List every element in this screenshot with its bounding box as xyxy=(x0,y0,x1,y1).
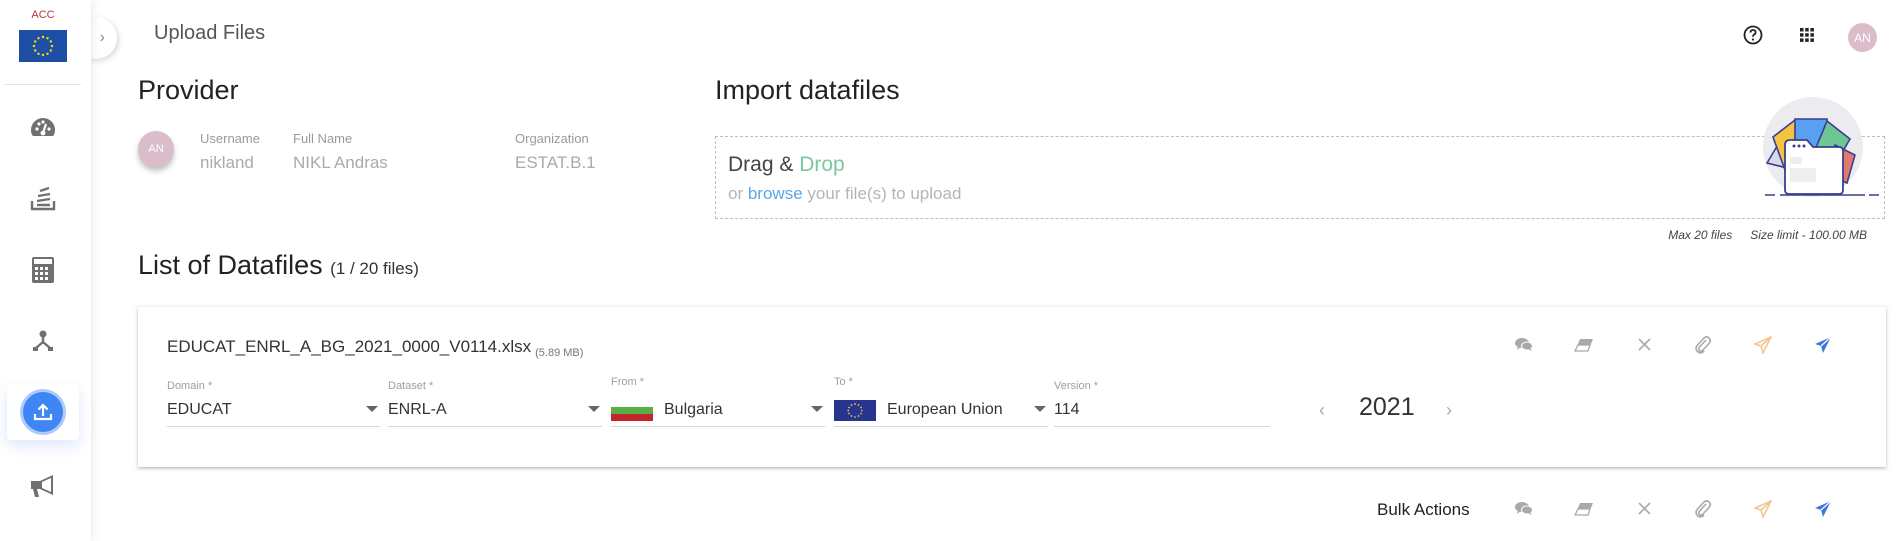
dashboard-gauge-icon xyxy=(29,115,57,144)
hierarchy-icon xyxy=(31,329,55,358)
datafiles-list-title: List of Datafiles (1 / 20 files) xyxy=(138,250,419,280)
chevron-right-icon: › xyxy=(99,29,105,46)
sidebar-item-announcements[interactable] xyxy=(7,460,79,516)
year-prev-button[interactable]: ‹ xyxy=(1319,400,1325,421)
close-icon xyxy=(1637,338,1651,356)
send-button[interactable] xyxy=(1812,336,1834,358)
upload-icon xyxy=(23,392,63,432)
file-dropzone[interactable]: Drag & Drop or browse your file(s) to up… xyxy=(715,136,1885,219)
comments-icon xyxy=(1515,501,1533,521)
sidebar: ACC xyxy=(0,0,91,541)
eraser-icon xyxy=(1573,502,1594,521)
comments-icon xyxy=(1515,337,1533,357)
sidebar-item-workflow[interactable] xyxy=(7,315,79,371)
dropdown-arrow-icon[interactable] xyxy=(1034,406,1046,412)
dropzone-heading: Drag & Drop xyxy=(728,153,845,176)
environment-label: ACC xyxy=(31,9,55,21)
send-outline-icon xyxy=(1752,334,1773,359)
bulk-send-button[interactable] xyxy=(1812,500,1834,522)
clear-button[interactable] xyxy=(1573,336,1595,358)
comments-button[interactable] xyxy=(1513,336,1535,358)
bulk-clear-button[interactable] xyxy=(1573,500,1595,522)
eraser-icon xyxy=(1573,338,1594,357)
bulgaria-flag-icon xyxy=(611,400,653,421)
sidebar-item-calculator[interactable] xyxy=(7,244,79,300)
year-next-button[interactable]: › xyxy=(1446,400,1452,421)
datafiles-count: (1 / 20 files) xyxy=(330,259,419,278)
dropdown-arrow-icon[interactable] xyxy=(588,406,600,412)
dropzone-subtext: or browse your file(s) to upload xyxy=(728,184,962,203)
version-input[interactable]: Version * 114 xyxy=(1054,380,1270,427)
send-icon xyxy=(1814,336,1832,359)
megaphone-icon xyxy=(29,473,57,504)
bulk-comments-button[interactable] xyxy=(1513,500,1535,522)
bulk-remove-button[interactable] xyxy=(1633,500,1655,522)
send-outline-icon xyxy=(1752,498,1773,523)
bulk-actions-label: Bulk Actions xyxy=(1377,500,1470,519)
size-limit-text: Size limit - 100.00 MB xyxy=(1750,228,1867,242)
calculator-icon xyxy=(31,256,55,289)
paperclip-icon xyxy=(1695,499,1712,523)
bulk-attach-button[interactable] xyxy=(1692,499,1714,523)
organization-label: Organization xyxy=(515,131,589,146)
close-icon xyxy=(1637,502,1651,520)
datafile-name: EDUCAT_ENRL_A_BG_2021_0000_V0114.xlsx (5.… xyxy=(167,337,584,359)
browse-link[interactable]: browse xyxy=(748,184,803,203)
bulk-send-draft-button[interactable] xyxy=(1752,498,1774,523)
apps-button[interactable] xyxy=(1795,25,1819,49)
folder-illustration-icon xyxy=(1755,95,1885,205)
page-title: Upload Files xyxy=(154,22,266,44)
username-label: Username xyxy=(200,131,260,146)
stack-icon xyxy=(29,184,57,217)
dropdown-arrow-icon[interactable] xyxy=(811,406,823,412)
fullname-value: NIKL Andras xyxy=(293,153,388,172)
year-value: 2021 xyxy=(1359,393,1415,421)
eu-logo[interactable] xyxy=(19,30,67,62)
remove-button[interactable] xyxy=(1633,336,1655,358)
help-circle-icon xyxy=(1743,25,1763,50)
attach-button[interactable] xyxy=(1692,335,1714,359)
send-draft-button[interactable] xyxy=(1752,334,1774,359)
eu-flag-icon xyxy=(834,400,876,421)
to-country-select[interactable]: To * European Union xyxy=(834,376,1048,427)
domain-select[interactable]: Domain * EDUCAT xyxy=(167,380,380,427)
datafile-size: (5.89 MB) xyxy=(535,347,584,359)
send-icon xyxy=(1814,500,1832,523)
import-title: Import datafiles xyxy=(715,75,900,105)
max-files-text: Max 20 files xyxy=(1668,228,1733,242)
dataset-select[interactable]: Dataset * ENRL-A xyxy=(388,380,602,427)
fullname-label: Full Name xyxy=(293,131,353,146)
paperclip-icon xyxy=(1695,335,1712,359)
sidebar-item-datasets[interactable] xyxy=(7,172,79,228)
provider-title: Provider xyxy=(138,75,239,105)
username-value: nikland xyxy=(200,153,254,172)
provider-avatar: AN xyxy=(138,131,174,167)
help-button[interactable] xyxy=(1741,25,1765,49)
user-avatar[interactable]: AN xyxy=(1848,23,1877,52)
sidebar-item-upload[interactable] xyxy=(7,384,79,440)
datafile-card: EDUCAT_ENRL_A_BG_2021_0000_V0114.xlsx (5.… xyxy=(138,307,1886,467)
upload-limits: Max 20 files Size limit - 100.00 MB xyxy=(1668,228,1867,242)
from-country-select[interactable]: From * Bulgaria xyxy=(611,376,825,427)
apps-grid-icon xyxy=(1800,27,1814,47)
sidebar-item-dashboard[interactable] xyxy=(7,101,79,157)
dropdown-arrow-icon[interactable] xyxy=(366,406,378,412)
organization-value: ESTAT.B.1 xyxy=(515,153,596,172)
sidebar-divider xyxy=(5,84,81,85)
